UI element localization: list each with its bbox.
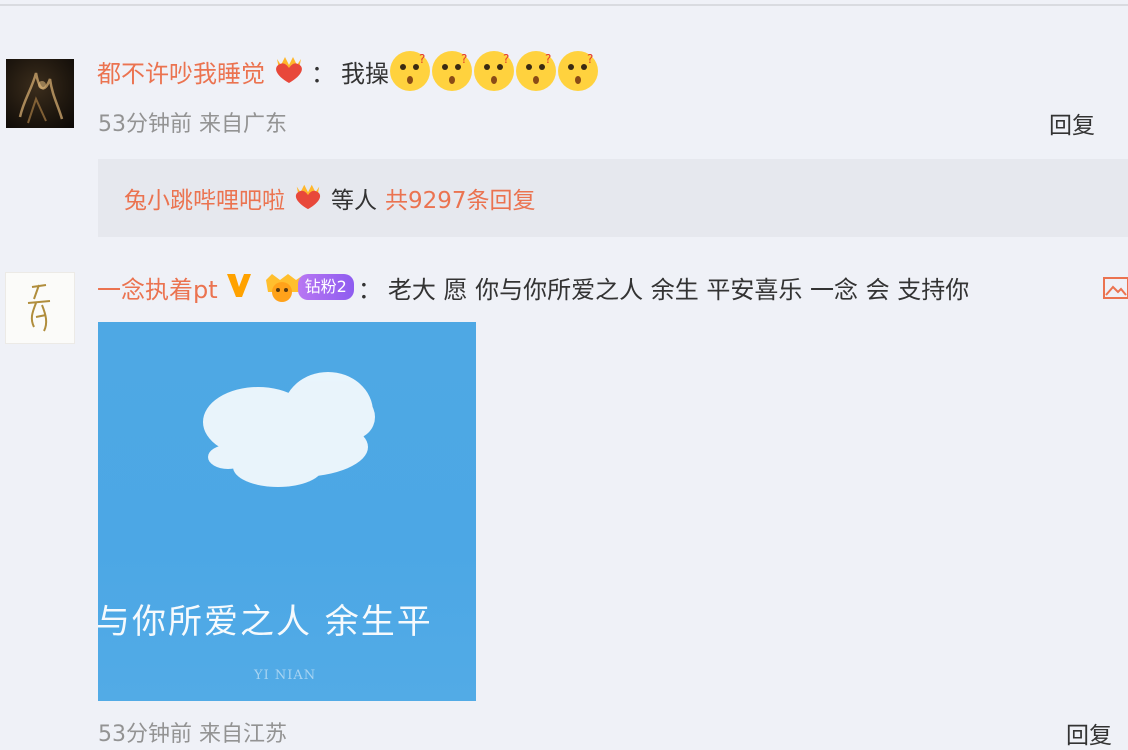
svg-text:?: ?: [461, 52, 467, 66]
comment-line: 一念执着pt 钻粉2 ： 老大 愿 你与你所爱之人 余生 平安喜乐 一念 会 支…: [97, 268, 969, 306]
sub-reply-count-link[interactable]: 共9297条回复: [385, 181, 536, 215]
fan-badge: 钻粉2: [262, 270, 354, 304]
reply-button[interactable]: 回复: [1049, 106, 1095, 140]
heart-cloud: [203, 372, 375, 487]
svg-text:?: ?: [503, 52, 509, 66]
comment-line: 都不许吵我睡觉 ： 我操 ? ? ? ? ?: [97, 49, 599, 93]
surprised-emoji-icon: ?: [432, 51, 472, 91]
image-watermark: YI NIAN: [254, 668, 317, 683]
surprised-emoji-icon: ?: [516, 51, 556, 91]
colon: ：: [357, 275, 382, 304]
heart-crown-badge-icon: [271, 53, 307, 89]
avatar[interactable]: [5, 272, 75, 344]
sub-replies-box[interactable]: 兔小跳哔哩吧啦 等人 共9297条回复: [98, 159, 1128, 237]
comment-meta: 53分钟前 来自江苏: [98, 722, 287, 747]
heart-crown-badge-icon: [291, 181, 325, 215]
comment-content: 我操: [341, 59, 389, 88]
surprised-emoji-icon: ?: [558, 51, 598, 91]
sub-reply-username[interactable]: 兔小跳哔哩吧啦: [124, 181, 285, 215]
svg-text:?: ?: [545, 52, 551, 66]
post-image[interactable]: 与你所爱之人 余生平 YI NIAN: [98, 322, 476, 701]
avatar[interactable]: [6, 59, 74, 128]
image-icon[interactable]: [1103, 277, 1128, 303]
username[interactable]: 都不许吵我睡觉: [97, 54, 265, 89]
image-caption: 与你所爱之人 余生平: [98, 602, 433, 642]
top-divider: [0, 4, 1128, 6]
verified-v-icon: [224, 270, 254, 304]
comment-content: 老大 愿 你与你所爱之人 余生 平安喜乐 一念 会 支持你: [387, 275, 970, 304]
colon: ：: [311, 59, 335, 88]
emoji-row: ? ? ? ? ?: [389, 49, 599, 93]
svg-text:?: ?: [419, 52, 425, 66]
fan-level-label: 钻粉2: [297, 274, 354, 300]
svg-text:?: ?: [587, 52, 593, 66]
sub-reply-etc: 等人: [331, 188, 377, 214]
surprised-emoji-icon: ?: [390, 51, 430, 91]
username[interactable]: 一念执着pt: [97, 270, 218, 305]
surprised-emoji-icon: ?: [474, 51, 514, 91]
reply-button[interactable]: 回复: [1066, 716, 1112, 750]
comment-meta: 53分钟前 来自广东: [98, 112, 287, 137]
